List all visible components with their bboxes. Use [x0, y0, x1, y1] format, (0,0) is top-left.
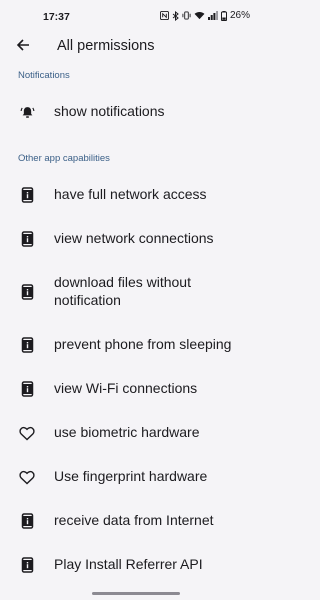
battery-percent: 26% — [229, 10, 250, 21]
permission-label: have full network access — [54, 186, 207, 202]
bell-icon — [19, 104, 35, 120]
info-phone-icon — [19, 513, 35, 529]
permission-label: view Wi-Fi connections — [54, 380, 198, 396]
arrow-back-icon — [16, 38, 30, 57]
app-bar: All permissions — [0, 28, 270, 66]
permission-item[interactable]: receive data from Internet — [0, 506, 270, 536]
permission-item[interactable]: prevent phone from sleeping — [0, 330, 270, 360]
signal-icon — [207, 11, 218, 20]
bluetooth-icon — [172, 10, 179, 21]
heart-icon — [19, 425, 35, 441]
permission-label: use biometric hardware — [54, 424, 200, 440]
info-phone-icon — [19, 381, 35, 397]
permission-item[interactable]: use biometric hardware — [0, 418, 270, 448]
permission-label: show notifications — [54, 103, 165, 119]
status-icons: 26% — [159, 10, 250, 21]
page-title: All permissions — [57, 38, 155, 54]
permission-item[interactable]: have full network access — [0, 180, 270, 210]
info-phone-icon — [19, 231, 35, 247]
permission-label: Use fingerprint hardware — [54, 468, 208, 484]
section-header-other-capabilities: Other app capabilities — [18, 153, 110, 164]
info-phone-icon — [19, 187, 35, 203]
heart-icon — [19, 469, 35, 485]
wifi-icon — [194, 11, 205, 20]
vibrate-icon — [182, 11, 191, 20]
permission-item[interactable]: Use fingerprint hardware — [0, 462, 270, 492]
navigation-handle[interactable] — [92, 592, 180, 595]
permission-label: Play Install Referrer API — [54, 556, 203, 572]
permission-label: receive data from Internet — [54, 512, 214, 528]
battery-icon — [220, 10, 227, 21]
info-phone-icon — [19, 337, 35, 353]
permission-item[interactable]: view Wi-Fi connections — [0, 374, 270, 404]
permission-item[interactable]: Play Install Referrer API — [0, 550, 270, 580]
info-phone-icon — [19, 284, 35, 300]
permission-item[interactable]: show notifications — [0, 98, 270, 126]
permission-label: download files without notification — [54, 274, 191, 308]
status-time: 17:37 — [43, 11, 70, 23]
back-button[interactable] — [10, 34, 36, 60]
permission-label: prevent phone from sleeping — [54, 336, 232, 352]
info-phone-icon — [19, 557, 35, 573]
permission-label: view network connections — [54, 230, 214, 246]
permission-item[interactable]: download files without notification — [0, 272, 270, 312]
section-header-notifications: Notifications — [18, 70, 70, 81]
permission-item[interactable]: view network connections — [0, 224, 270, 254]
nfc-icon — [159, 11, 169, 20]
